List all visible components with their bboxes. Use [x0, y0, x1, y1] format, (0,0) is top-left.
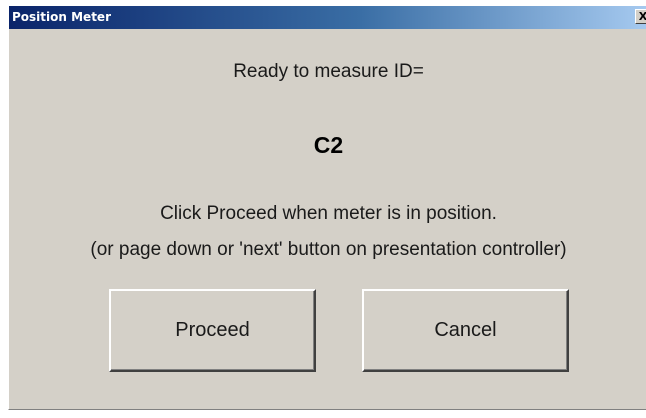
- cancel-button[interactable]: Cancel: [362, 289, 569, 372]
- title-bar[interactable]: Position Meter X: [9, 6, 646, 29]
- position-meter-dialog: Position Meter X Ready to measure ID= C2…: [8, 6, 646, 410]
- proceed-button[interactable]: Proceed: [109, 289, 316, 372]
- instruction-text: Click Proceed when meter is in position.: [160, 203, 497, 224]
- proceed-button-label: Proceed: [175, 319, 250, 341]
- window-title: Position Meter: [12, 10, 111, 24]
- cancel-button-label: Cancel: [434, 319, 497, 341]
- close-button[interactable]: X: [635, 9, 646, 24]
- measure-id-value: C2: [313, 132, 344, 158]
- ready-prompt: Ready to measure ID=: [233, 61, 424, 82]
- hint-text: (or page down or 'next' button on presen…: [90, 239, 567, 260]
- close-icon: X: [639, 10, 646, 23]
